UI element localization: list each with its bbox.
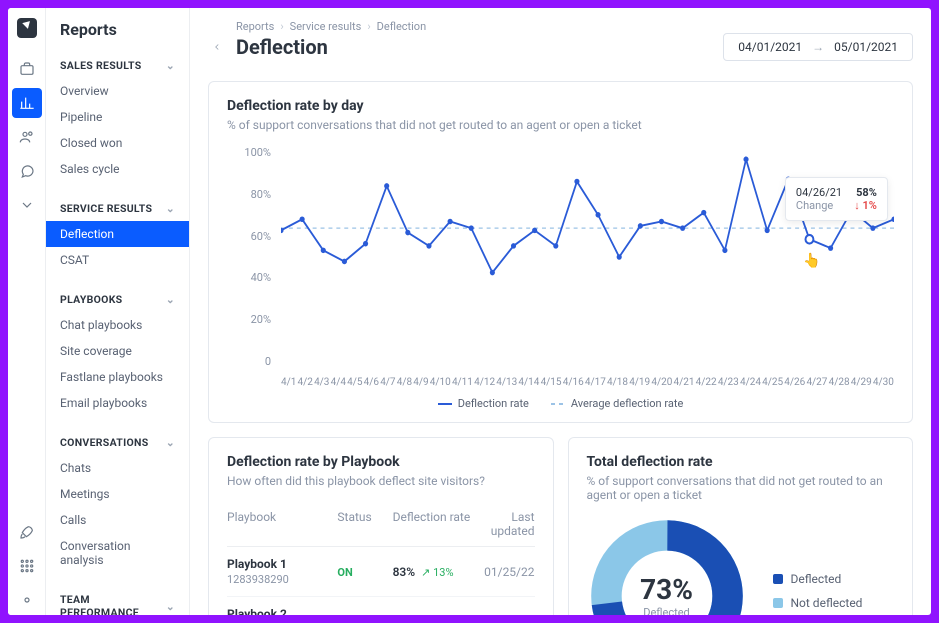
section-head[interactable]: SERVICE RESULTS⌄ [46,196,189,221]
rail-briefcase-icon[interactable] [12,54,42,84]
line-chart[interactable]: 100%80%60%40%20%0 04/26/21 58% Change ↓ 1%… [227,146,894,406]
cursor-hand-icon: 👆 [803,253,820,269]
rail-apps-icon[interactable] [12,551,42,581]
chart-tooltip: 04/26/21 58% Change ↓ 1% [785,177,888,221]
sidebar-item[interactable]: Chats [46,455,189,481]
rail-collapse-icon[interactable] [12,190,42,220]
plot-area: 04/26/21 58% Change ↓ 1% 👆 [281,146,894,368]
rail-chat-icon[interactable] [12,156,42,186]
sidebar-item[interactable]: Chat playbooks [46,312,189,338]
date-to: 05/01/2021 [834,40,898,54]
donut-chart[interactable]: 73% Deflected [587,516,747,615]
legend-item: Deflected [773,572,863,586]
total-subtitle: % of support conversations that did not … [587,474,895,502]
sidebar-item[interactable]: Conversation analysis [46,533,189,573]
section-head[interactable]: PLAYBOOKS⌄ [46,287,189,312]
breadcrumb: Reports›Service results›Deflection [236,20,723,33]
date-range-picker[interactable]: 04/01/2021 → 05/01/2021 [723,33,913,61]
playbook-card: Deflection rate by Playbook How often di… [208,437,554,615]
rail-users-icon[interactable] [12,122,42,152]
chevron-down-icon: ⌄ [166,59,175,72]
donut-percent: 73% [640,573,693,606]
section-head[interactable]: CONVERSATIONS⌄ [46,430,189,455]
rail-settings-icon[interactable] [12,585,42,615]
breadcrumb-item[interactable]: Reports [236,20,274,33]
app-logo-icon [17,18,37,38]
chart-title: Deflection rate by day [227,98,894,114]
sidebar-item[interactable]: Closed won [46,130,189,156]
legend-swatch-series [438,403,452,405]
tooltip-change-value: ↓ 1% [854,199,877,212]
sidebar-item[interactable]: Calls [46,507,189,533]
tooltip-value: 58% [856,186,877,199]
chevron-down-icon: ⌄ [166,436,175,449]
legend-item: Not deflected [773,596,863,610]
back-button[interactable] [208,38,226,56]
playbook-table: Playbook Status Deflection rate Last upd… [227,502,535,615]
icon-rail [8,8,46,615]
tooltip-change-label: Change [796,199,833,212]
chart-subtitle: % of support conversations that did not … [227,118,894,132]
tooltip-date: 04/26/21 [796,186,842,199]
chevron-down-icon: ⌄ [166,202,175,215]
legend-swatch-avg [551,403,565,405]
section-head[interactable]: SALES RESULTS⌄ [46,53,189,78]
donut-legend: Deflected Not deflected [773,572,863,615]
sidebar-item[interactable]: Meetings [46,481,189,507]
section-head[interactable]: TEAM PERFORMANCE⌄ [46,587,189,615]
table-header: Playbook Status Deflection rate Last upd… [227,502,535,547]
x-axis: 4/14/24/34/44/54/64/74/84/94/104/114/124… [281,377,894,388]
total-title: Total deflection rate [587,454,895,470]
y-axis: 100%80%60%40%20%0 [227,146,271,368]
rail-rocket-icon[interactable] [12,517,42,547]
sidebar-item[interactable]: Deflection [46,221,189,247]
rail-bar-chart-icon[interactable] [12,88,42,118]
chart-legend: Deflection rate Average deflection rate [227,397,894,410]
sidebar-title: Reports [46,20,189,53]
page-title: Deflection [236,35,723,59]
breadcrumb-item: Deflection [377,20,427,33]
date-from: 04/01/2021 [738,40,802,54]
donut-label: Deflected [643,606,690,615]
sidebar-item[interactable]: Pipeline [46,104,189,130]
chart-card: Deflection rate by day % of support conv… [208,81,913,423]
sidebar-item[interactable]: CSAT [46,247,189,273]
total-deflection-card: Total deflection rate % of support conve… [568,437,914,615]
sidebar-item[interactable]: Fastlane playbooks [46,364,189,390]
status-badge: ON [337,566,352,579]
table-row[interactable]: Playbook 11283938290 ON 83%↗ 13% 01/25/2… [227,547,535,597]
sidebar-item[interactable]: Email playbooks [46,390,189,416]
sidebar-item[interactable]: Sales cycle [46,156,189,182]
sidebar-item[interactable]: Overview [46,78,189,104]
chevron-down-icon: ⌄ [166,293,175,306]
sidebar: Reports SALES RESULTS⌄OverviewPipelineCl… [46,8,190,615]
sidebar-item[interactable]: Site coverage [46,338,189,364]
chevron-down-icon: ⌄ [166,600,175,613]
main-content: Reports›Service results›Deflection Defle… [190,8,931,615]
playbook-title: Deflection rate by Playbook [227,454,535,470]
arrow-right-icon: → [812,40,824,54]
playbook-subtitle: How often did this playbook deflect site… [227,474,535,488]
breadcrumb-item[interactable]: Service results [290,20,362,33]
table-row[interactable]: Playbook 21283938292 ON 18%↓ 1% 01/25/22 [227,597,535,615]
